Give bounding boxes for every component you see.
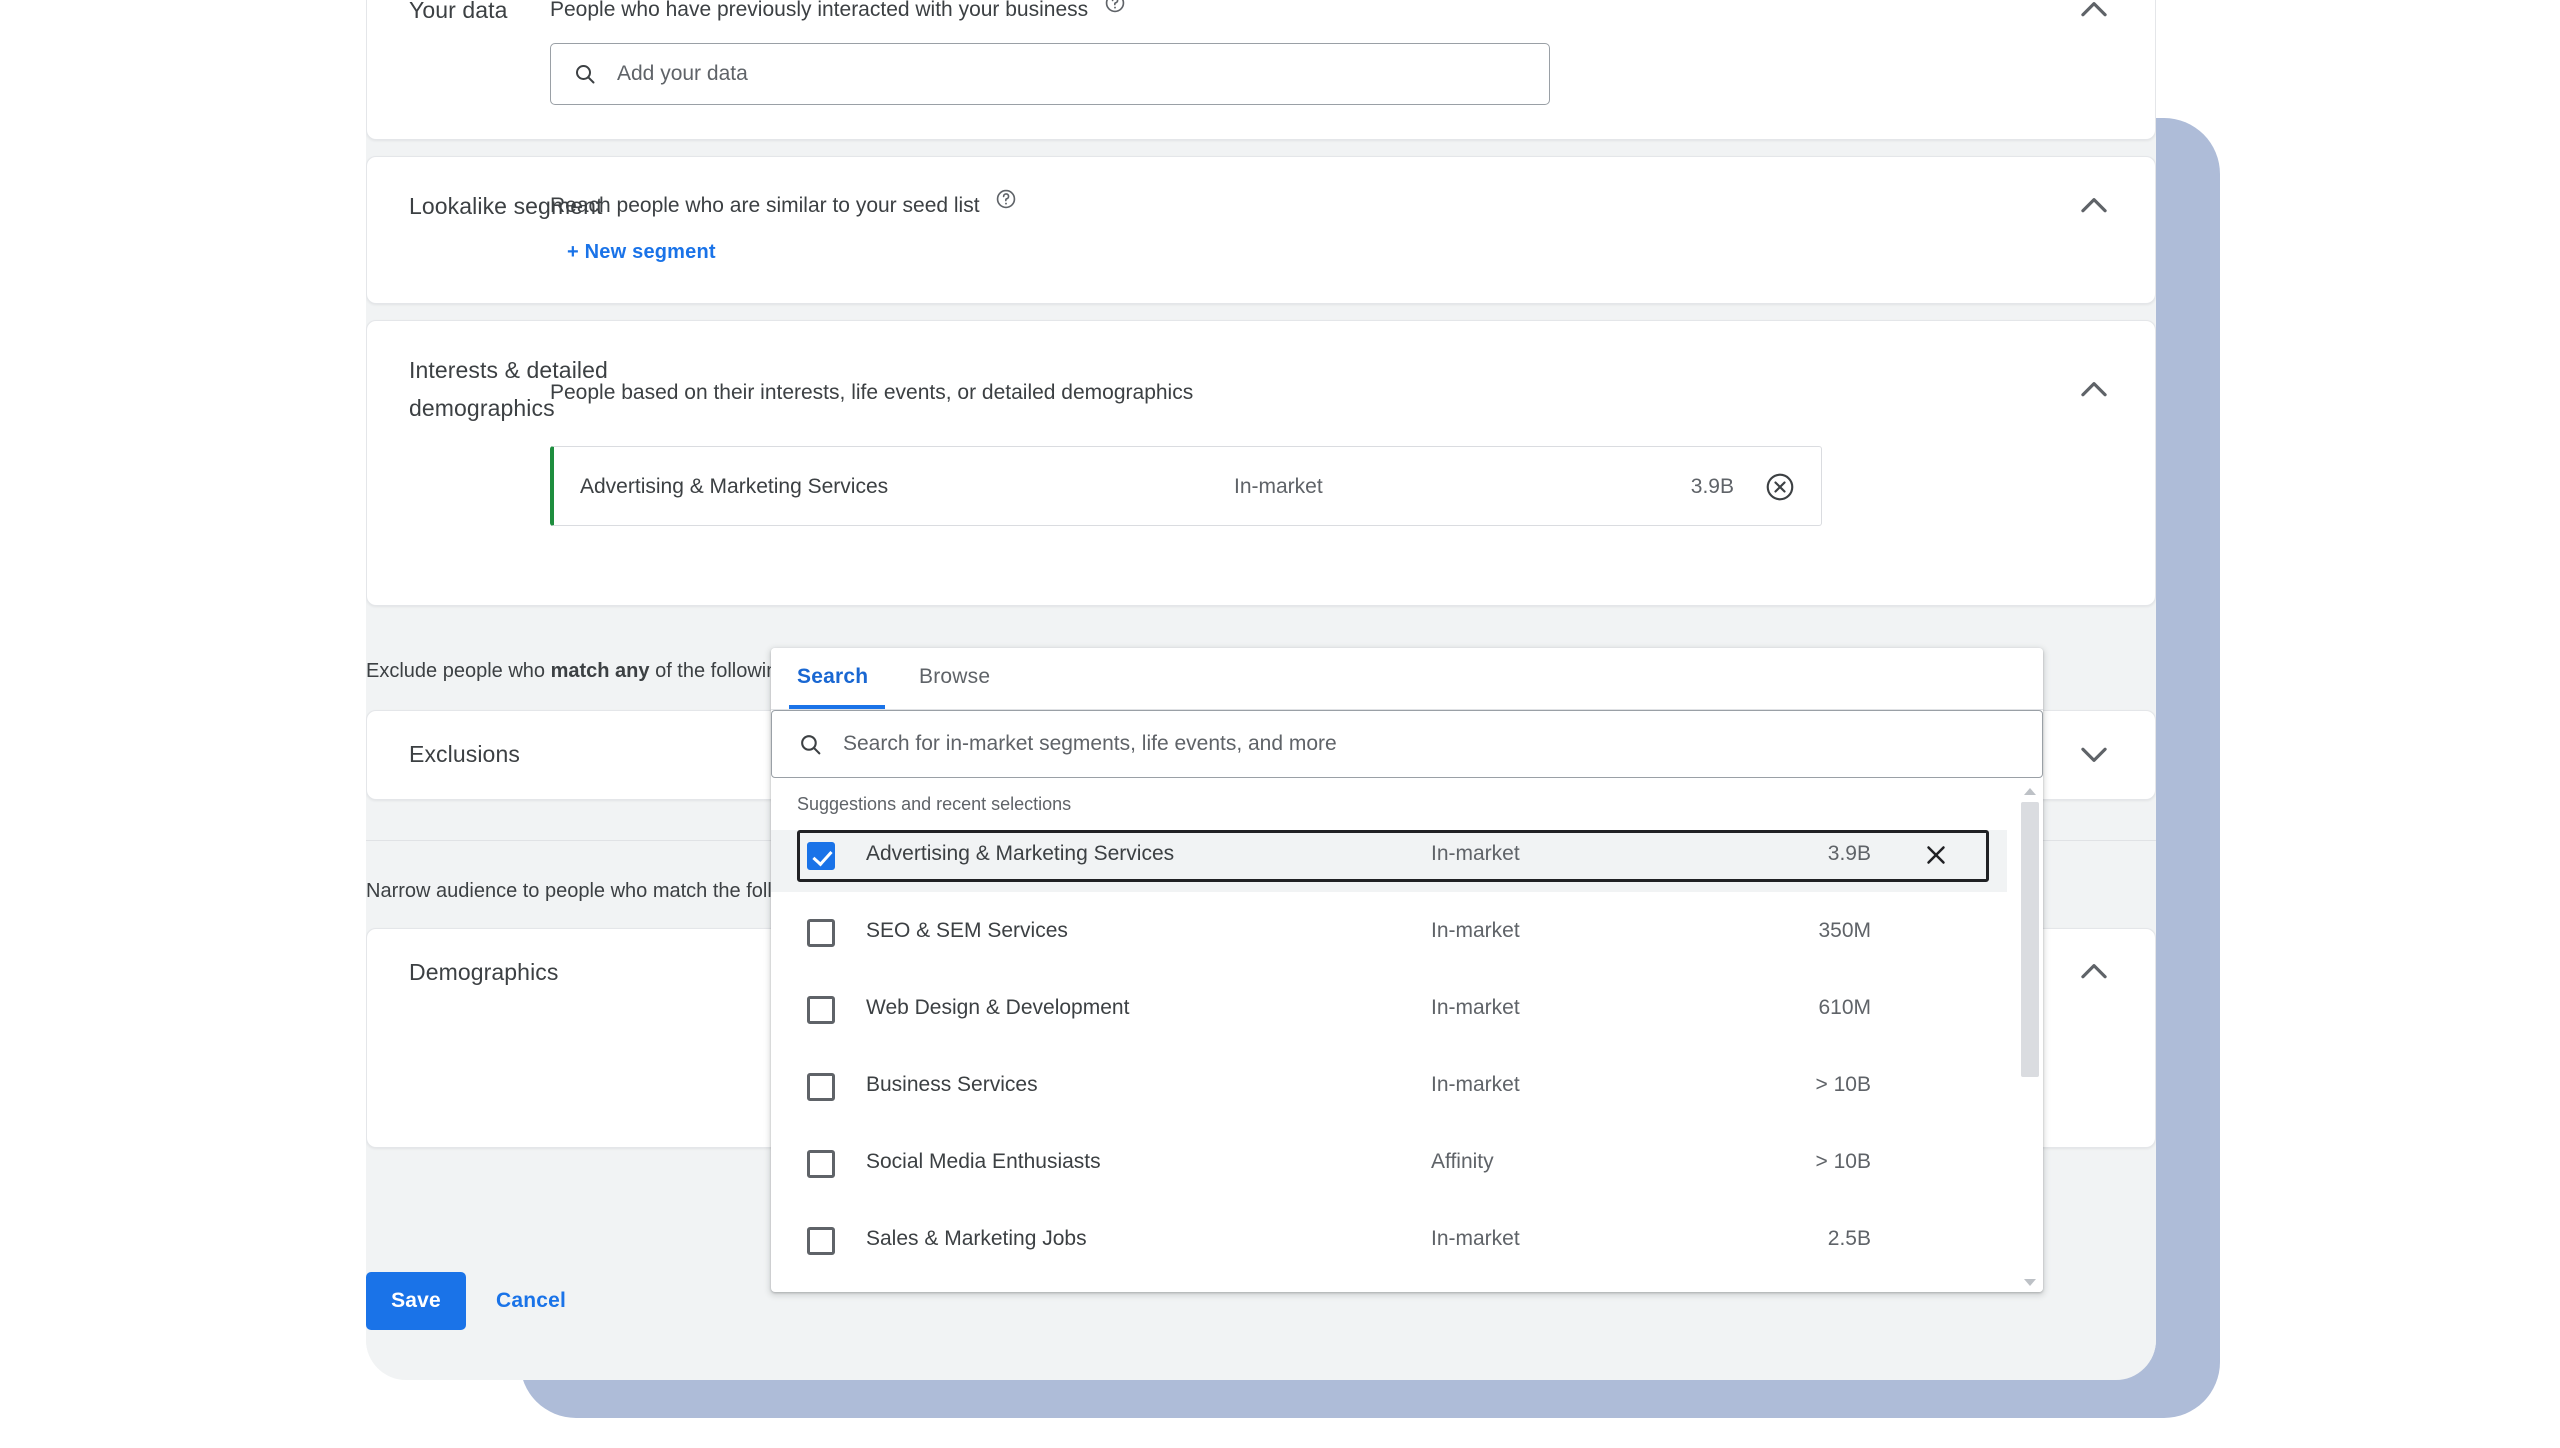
active-tab-indicator xyxy=(789,705,885,709)
add-your-data-input[interactable]: Add your data xyxy=(550,43,1550,105)
exclude-note-bold: match any xyxy=(550,660,650,682)
segment-picker-dropdown: Search Browse Search for in-market segme… xyxy=(771,648,2043,1292)
option-type: In-market xyxy=(1431,996,1520,1019)
option-row[interactable]: Business Services In-market > 10B xyxy=(771,1061,2007,1123)
save-button[interactable]: Save xyxy=(366,1272,466,1330)
option-name: SEO & SEM Services xyxy=(866,919,1068,942)
option-size: > 10B xyxy=(1815,1073,1871,1096)
exclude-note-prefix: Exclude people who xyxy=(366,660,551,682)
your-data-description-text: People who have previously interacted wi… xyxy=(550,0,1089,21)
selected-segment-type: In-market xyxy=(1234,475,1323,498)
option-type: In-market xyxy=(1431,1227,1520,1250)
card-interests-description: People based on their interests, life ev… xyxy=(550,381,1194,404)
option-checkbox[interactable] xyxy=(807,996,835,1024)
option-name: Business Services xyxy=(866,1073,1038,1096)
screen-root: Your data People who have previously int… xyxy=(0,0,2560,1448)
help-icon[interactable] xyxy=(995,185,1017,223)
card-lookalike-description: Reach people who are similar to your see… xyxy=(550,187,1017,225)
option-row[interactable]: Web Design & Development In-market 610M xyxy=(771,984,2007,1046)
narrow-note: Narrow audience to people who match the … xyxy=(366,880,825,902)
option-size: 3.9B xyxy=(1827,842,1871,865)
card-exclusions-label: Exclusions xyxy=(409,741,520,767)
card-your-data-collapse-toggle[interactable] xyxy=(2075,0,2113,29)
option-row[interactable]: Advertising & Marketing Services In-mark… xyxy=(771,830,2007,892)
option-type: In-market xyxy=(1431,919,1520,942)
option-size: > 10B xyxy=(1815,1150,1871,1173)
card-lookalike-collapse-toggle[interactable] xyxy=(2075,187,2113,225)
search-icon xyxy=(798,732,823,757)
remove-circle-icon[interactable] xyxy=(1764,471,1796,508)
exclude-note: Exclude people who match any of the foll… xyxy=(366,660,789,683)
scrollbar-thumb[interactable] xyxy=(2021,802,2039,1077)
tab-search[interactable]: Search xyxy=(797,648,868,710)
option-type: In-market xyxy=(1431,1073,1520,1096)
option-name: Advertising & Marketing Services xyxy=(866,842,1175,865)
option-type: In-market xyxy=(1431,842,1520,865)
card-demographics-collapse-toggle[interactable] xyxy=(2075,953,2113,991)
search-icon xyxy=(573,62,597,86)
card-exclusions-expand-toggle[interactable] xyxy=(2075,735,2113,773)
dropdown-tabs: Search Browse xyxy=(771,648,2043,710)
tab-browse[interactable]: Browse xyxy=(919,648,990,710)
card-interests-label-line2: demographics xyxy=(409,395,555,421)
option-size: 2.5B xyxy=(1827,1227,1871,1250)
scroll-up-arrow[interactable] xyxy=(2024,788,2036,795)
option-name: Social Media Enthusiasts xyxy=(866,1150,1101,1173)
card-lookalike-segment: Lookalike segment Reach people who are s… xyxy=(366,156,2156,304)
card-your-data: Your data People who have previously int… xyxy=(366,0,2156,140)
cancel-button[interactable]: Cancel xyxy=(496,1272,566,1330)
new-segment-link[interactable]: + New segment xyxy=(567,241,716,264)
selected-segment-size: 3.9B xyxy=(1690,475,1734,498)
option-checkbox[interactable] xyxy=(807,1073,835,1101)
option-row[interactable]: Social Media Enthusiasts Affinity > 10B xyxy=(771,1138,2007,1200)
option-checkbox[interactable] xyxy=(807,842,835,870)
option-checkbox[interactable] xyxy=(807,919,835,947)
option-size: 350M xyxy=(1818,919,1871,942)
segment-search-input[interactable]: Search for in-market segments, life even… xyxy=(771,710,2043,778)
suggestions-header: Suggestions and recent selections xyxy=(797,794,1072,814)
option-name: Sales & Marketing Jobs xyxy=(866,1227,1087,1250)
option-type: Affinity xyxy=(1431,1150,1494,1173)
scroll-down-arrow[interactable] xyxy=(2024,1279,2036,1286)
card-your-data-description: People who have previously interacted wi… xyxy=(550,0,1126,29)
card-interests-demographics: Interests & detailed demographics People… xyxy=(366,320,2156,606)
card-interests-collapse-toggle[interactable] xyxy=(2075,371,2113,409)
option-row[interactable]: SEO & SEM Services In-market 350M xyxy=(771,907,2007,969)
segment-search-placeholder: Search for in-market segments, life even… xyxy=(843,732,1337,755)
option-name: Web Design & Development xyxy=(866,996,1130,1019)
help-icon[interactable] xyxy=(1104,0,1126,27)
selected-segment-name: Advertising & Marketing Services xyxy=(580,475,889,498)
dropdown-scrollbar[interactable] xyxy=(2017,784,2043,1292)
close-icon[interactable] xyxy=(1921,840,1951,875)
add-your-data-placeholder: Add your data xyxy=(617,62,748,85)
option-checkbox[interactable] xyxy=(807,1150,835,1178)
option-checkbox[interactable] xyxy=(807,1227,835,1255)
option-row[interactable]: Sales & Marketing Jobs In-market 2.5B xyxy=(771,1215,2007,1277)
exclude-note-suffix: of the following xyxy=(649,660,789,682)
selected-segment-chip: Advertising & Marketing Services In-mark… xyxy=(550,446,1822,526)
lookalike-description-text: Reach people who are similar to your see… xyxy=(550,194,980,217)
option-size: 610M xyxy=(1818,996,1871,1019)
card-demographics-label: Demographics xyxy=(409,959,559,985)
